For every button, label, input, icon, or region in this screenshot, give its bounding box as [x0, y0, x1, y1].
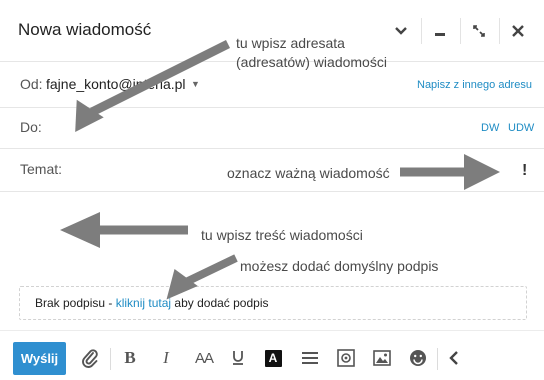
emoji-icon[interactable] [406, 345, 430, 371]
font-size-icon[interactable]: AA [190, 345, 218, 371]
close-icon[interactable] [501, 16, 535, 46]
signature-prefix: Brak podpisu - [35, 296, 116, 310]
bold-icon[interactable]: B [118, 345, 142, 371]
bcc-link[interactable]: UDW [508, 122, 534, 134]
signature-suffix: aby dodać podpis [171, 296, 269, 310]
add-signature-link[interactable]: kliknij tutaj [116, 296, 171, 310]
annotation-signature: możesz dodać domyślny podpis [240, 258, 439, 274]
italic-icon[interactable]: I [154, 345, 178, 371]
cc-link[interactable]: DW [481, 122, 499, 134]
signature-box: Brak podpisu - kliknij tutaj aby dodać p… [19, 286, 527, 320]
from-address[interactable]: fajne_konto@interia.pl [46, 76, 186, 92]
resize-icon[interactable] [462, 16, 496, 46]
annotation-important: oznacz ważną wiadomość [227, 165, 390, 181]
subject-input[interactable] [70, 155, 210, 185]
annotation-recipient-line2: (adresatów) wiadomości [236, 54, 387, 70]
paperclip-icon[interactable] [78, 345, 102, 371]
collapse-icon[interactable] [442, 345, 466, 371]
header-divider [499, 18, 500, 44]
image-icon[interactable] [370, 345, 394, 371]
special-chars-icon[interactable] [334, 345, 358, 371]
to-label: Do: [20, 119, 42, 135]
annotation-body: tu wpisz treść wiadomości [201, 227, 363, 243]
window-title: Nowa wiadomość [18, 20, 152, 39]
toolbar-divider [437, 348, 438, 370]
send-button[interactable]: Wyślij [13, 342, 66, 375]
to-input[interactable] [50, 112, 460, 142]
send-from-other-address-link[interactable]: Napisz z innego adresu [417, 79, 532, 91]
underline-icon[interactable] [226, 345, 250, 371]
compose-toolbar: Wyślij B I AA A [0, 330, 544, 380]
caret-down-icon[interactable]: ▼ [191, 79, 200, 89]
subject-label: Temat: [20, 161, 63, 177]
annotation-recipient-line1: tu wpisz adresata [236, 35, 345, 51]
important-flag-icon[interactable]: ! [522, 162, 527, 180]
align-icon[interactable] [298, 345, 322, 371]
signature-text: Brak podpisu - kliknij tutaj aby dodać p… [35, 296, 268, 310]
header-divider [421, 18, 422, 44]
minimize-icon[interactable] [423, 16, 457, 46]
header-divider [460, 18, 461, 44]
to-row: Do: DW UDW [0, 108, 544, 149]
toolbar-divider [110, 348, 111, 370]
compose-header: Nowa wiadomość [0, 0, 544, 62]
text-color-icon[interactable]: A [261, 345, 285, 371]
chevron-down-icon[interactable] [384, 16, 418, 46]
from-label: Od: [20, 76, 43, 92]
font-size-label: AA [194, 349, 214, 367]
